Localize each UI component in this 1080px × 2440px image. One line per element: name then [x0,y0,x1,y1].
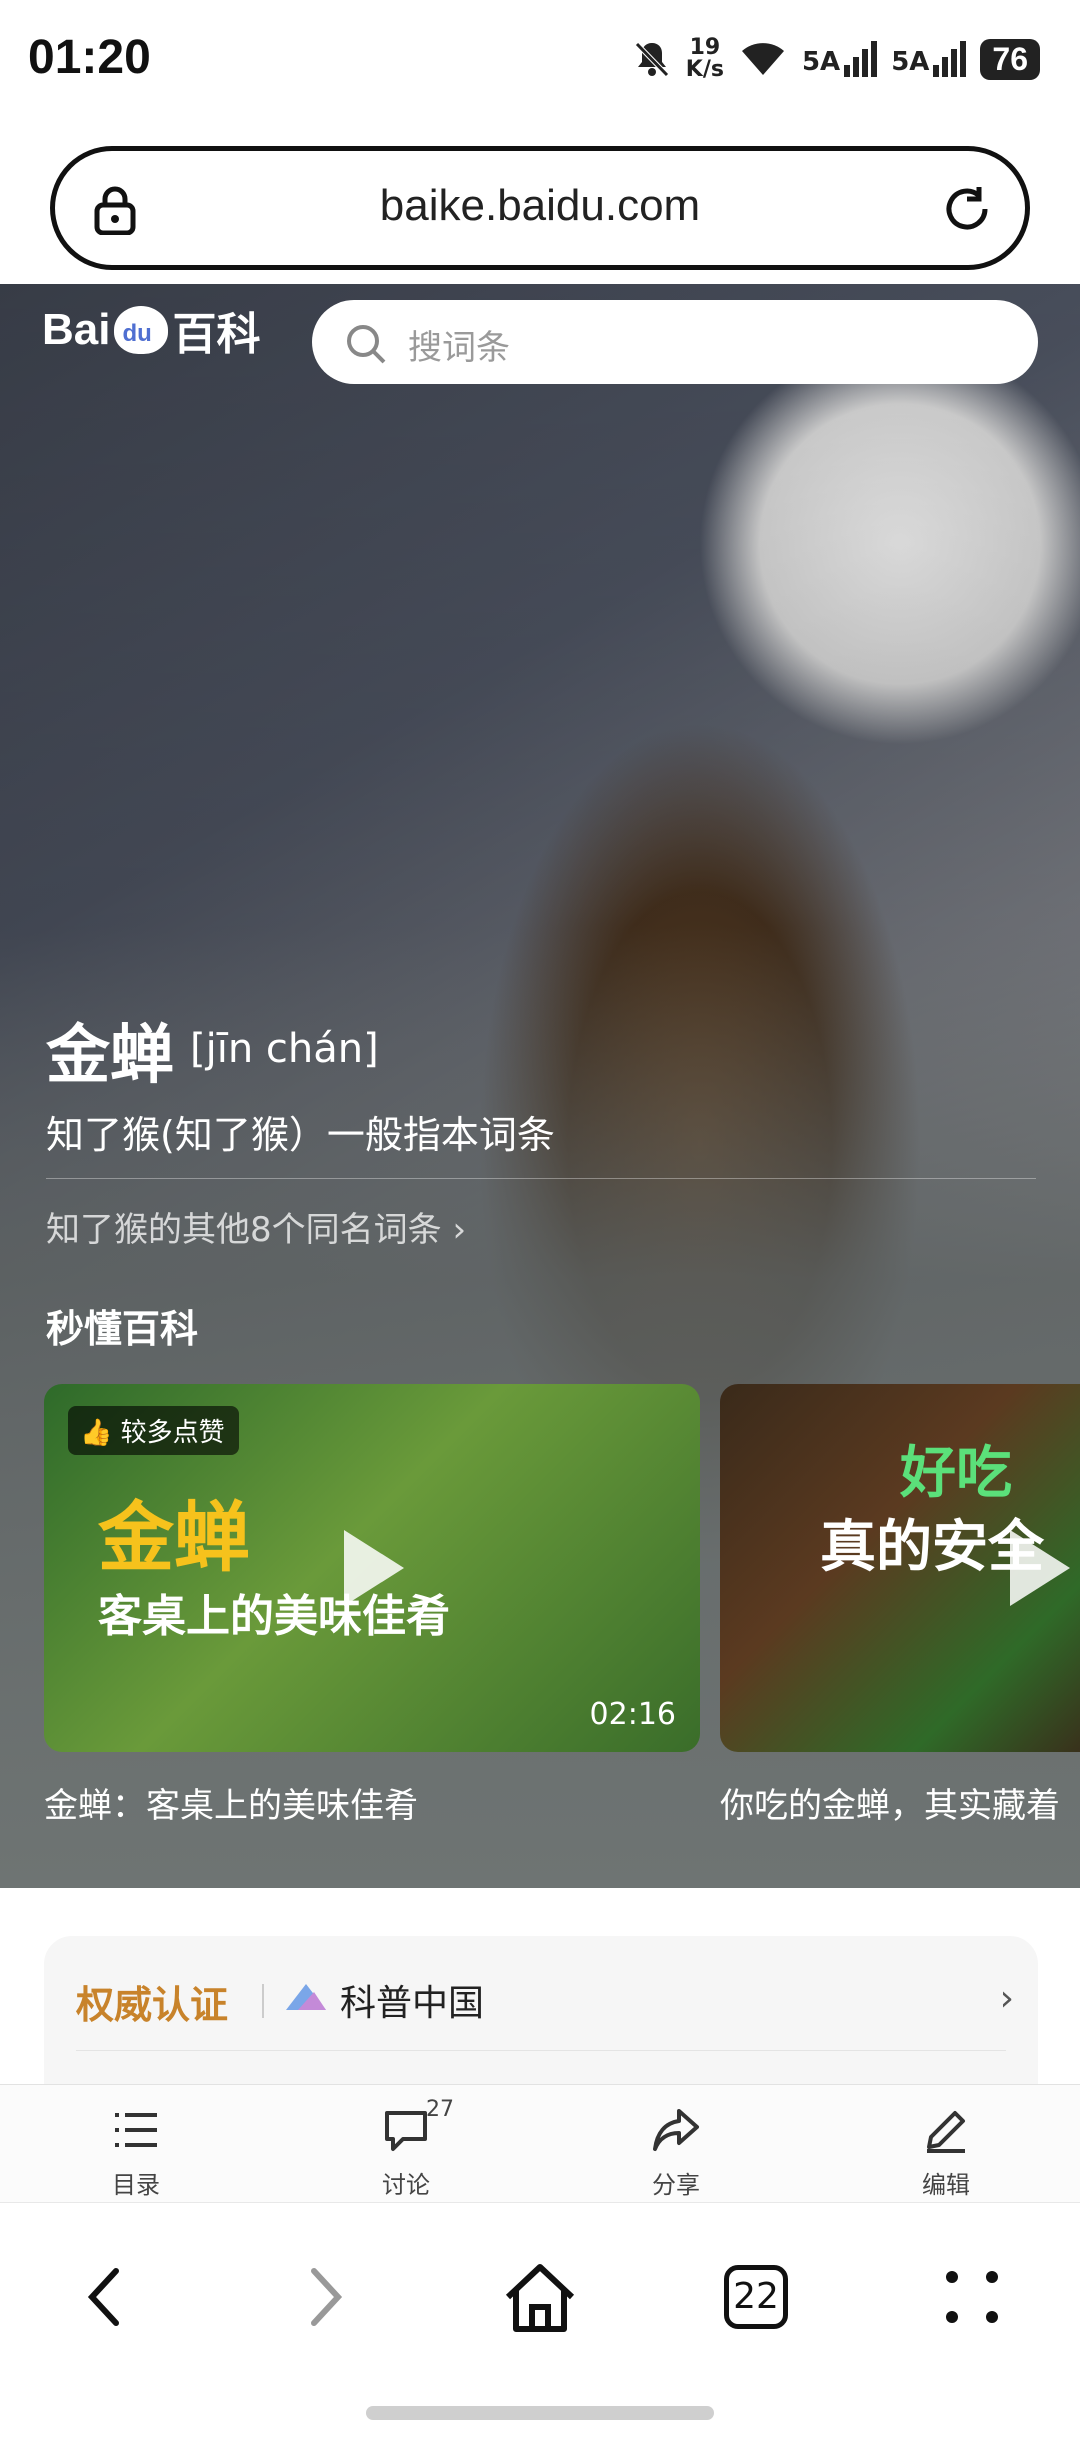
video-card[interactable]: 👍 较多点赞 金蝉 客桌上的美味佳肴 02:16 [44,1384,700,1752]
clock: 01:20 [28,31,151,84]
divider [262,1984,264,2018]
toolbar-label: 讨论 [382,2171,430,2199]
share-button[interactable]: 分享 [606,2085,746,2203]
net-speed-unit: K/s [685,57,724,82]
wifi-icon [741,43,784,75]
signal-icon [933,41,967,77]
menu-icon[interactable] [922,2247,1022,2347]
authority-label: 权威认证 [76,1983,229,2027]
play-icon [344,1530,404,1606]
badge-text: 较多点赞 [120,1418,225,1448]
reload-icon[interactable] [939,181,995,237]
signal-2-label: 5A [891,47,930,77]
article-toolbar: 目录 27 讨论 分享 编辑 [0,2084,1080,2202]
video-overlay-title: 好吃 [900,1441,1012,1506]
share-icon [653,2109,699,2151]
kepu-logo-icon [286,1984,326,2010]
tabs-count: 22 [724,2265,788,2329]
video-carousel: 👍 较多点赞 金蝉 客桌上的美味佳肴 02:16 好吃 真的安全 金蝉：客桌上的… [0,284,1080,1888]
discuss-button[interactable]: 27 讨论 [336,2085,476,2203]
toolbar-label: 编辑 [922,2171,970,2199]
video-duration: 02:16 [589,1697,676,1732]
like-badge: 👍 较多点赞 [68,1406,239,1455]
divider [76,2050,1006,2051]
authority-org: 科普中国 [340,1983,485,2024]
address-bar[interactable]: baike.baidu.com [50,146,1030,270]
video-caption[interactable]: 你吃的金蝉，其实藏着 [720,1778,1060,1827]
signal-icon [844,41,878,77]
comment-count: 27 [426,2097,454,2122]
toolbar-label: 目录 [112,2171,160,2199]
toc-button[interactable]: 目录 [66,2085,206,2203]
url-text[interactable]: baike.baidu.com [55,181,1025,231]
forward-icon[interactable] [274,2247,374,2347]
home-icon[interactable] [490,2247,590,2347]
video-overlay-title: 金蝉 [98,1493,250,1582]
list-icon [115,2113,157,2147]
tabs-button[interactable]: 22 [706,2247,806,2347]
signal-1: 5A [801,41,878,77]
browser-nav-bar: 22 [0,2202,1080,2440]
edit-icon [927,2111,965,2153]
net-speed-value: 19 [689,35,721,60]
toolbar-label: 分享 [652,2171,700,2199]
battery-icon: 76 [980,38,1040,80]
thumbs-up-icon: 👍 [80,1418,113,1448]
bell-off-icon [634,42,669,77]
net-speed: 19 K/s [686,37,724,81]
edit-button[interactable]: 编辑 [876,2085,1016,2203]
comment-icon [385,2111,427,2151]
signal-2: 5A [891,41,967,77]
status-bar: 01:20 19 K/s 5A 5A 76 [0,0,1080,120]
play-icon [1010,1530,1070,1606]
video-card[interactable]: 好吃 真的安全 [720,1384,1080,1752]
signal-1-label: 5A [801,47,841,77]
back-icon[interactable] [56,2247,156,2347]
chevron-right-icon: › [999,1978,1014,2019]
battery-level: 76 [992,40,1028,77]
video-caption[interactable]: 金蝉：客桌上的美味佳肴 [44,1778,418,1827]
status-icons: 19 K/s 5A 5A 76 [632,34,1040,84]
gesture-bar[interactable] [366,2406,714,2420]
